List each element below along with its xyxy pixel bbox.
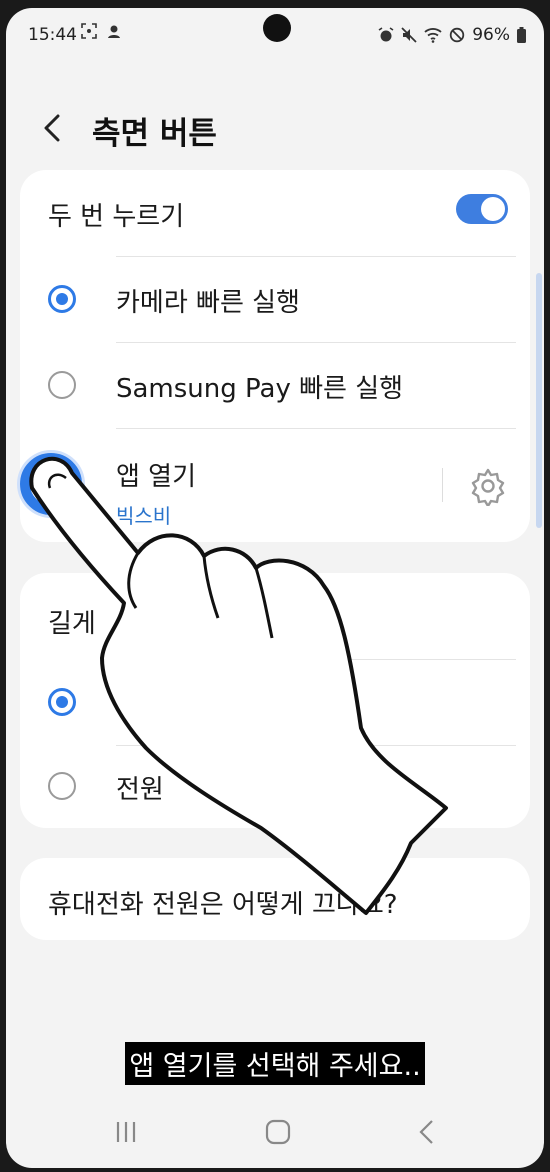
option-camera-quick-launch[interactable]: 카메라 빠른 실행 (20, 256, 530, 342)
option-power-off-menu[interactable]: 전원 (20, 745, 530, 827)
back-arrow-icon[interactable] (38, 108, 68, 148)
gear-icon[interactable] (468, 466, 508, 506)
scrollbar-thumb[interactable] (536, 273, 542, 528)
double-press-toggle[interactable] (456, 194, 508, 224)
mute-icon (401, 27, 417, 43)
subtitle-caption: 앱 열기를 선택해 주세요.. (125, 1042, 425, 1085)
page-title: 측면 버튼 (92, 116, 217, 152)
status-right-icons: 96% (378, 25, 526, 45)
radio-samsung-pay[interactable] (48, 371, 76, 399)
option-label-camera: 카메라 빠른 실행 (116, 288, 300, 318)
navigation-bar (6, 1108, 544, 1158)
status-time: 15:44 (28, 25, 77, 45)
press-and-hold-title: 길게 (48, 609, 96, 639)
help-link[interactable]: 휴대전화 전원은 어떻게 끄나요? (48, 884, 398, 921)
option-sublabel-open-app: 빅스비 (116, 504, 172, 528)
double-press-header[interactable]: 두 번 누르기 (20, 170, 530, 256)
do-not-disturb-icon (450, 27, 465, 43)
option-hold-first[interactable] (20, 659, 530, 745)
option-label-samsung-pay: Samsung Pay 빠른 실행 (116, 374, 404, 404)
front-camera (263, 14, 291, 42)
battery-text: 96% (472, 25, 510, 45)
caption-container: 앱 열기를 선택해 주세요.. (6, 1042, 544, 1085)
option-open-app[interactable]: 앱 열기 빅스비 (20, 428, 530, 540)
home-icon[interactable] (258, 1114, 298, 1150)
press-and-hold-card: 길게 전원 (20, 573, 530, 828)
status-bar: 15:44 96% (6, 8, 544, 58)
recent-apps-icon[interactable] (106, 1114, 146, 1150)
app-header: 측면 버튼 (6, 98, 544, 158)
radio-open-app[interactable] (20, 453, 82, 515)
battery-icon (517, 27, 526, 43)
bixby-icon (107, 25, 120, 38)
phone-screen: 15:44 96% 측면 버튼 두 번 누르기 카메라 빠른 실행 Samsun… (6, 8, 544, 1168)
back-nav-icon[interactable] (408, 1114, 448, 1150)
toggle-knob (481, 197, 505, 221)
alarm-icon (378, 27, 394, 42)
double-press-title: 두 번 누르기 (48, 202, 185, 232)
option-samsung-pay-quick-launch[interactable]: Samsung Pay 빠른 실행 (20, 342, 530, 428)
status-left-icons (81, 23, 122, 43)
press-and-hold-header: 길게 (20, 573, 530, 659)
gear-separator (442, 468, 443, 502)
double-press-card: 두 번 누르기 카메라 빠른 실행 Samsung Pay 빠른 실행 앱 열기… (20, 170, 530, 542)
wifi-icon (424, 28, 442, 43)
option-label-open-app: 앱 열기 (116, 462, 197, 492)
screenshot-icon (81, 23, 97, 39)
help-card[interactable]: 휴대전화 전원은 어떻게 끄나요? (20, 858, 530, 940)
radio-power-off[interactable] (48, 772, 76, 800)
option-label-power-off: 전원 (116, 775, 164, 805)
radio-hold-first[interactable] (48, 688, 76, 716)
radio-camera[interactable] (48, 285, 76, 313)
